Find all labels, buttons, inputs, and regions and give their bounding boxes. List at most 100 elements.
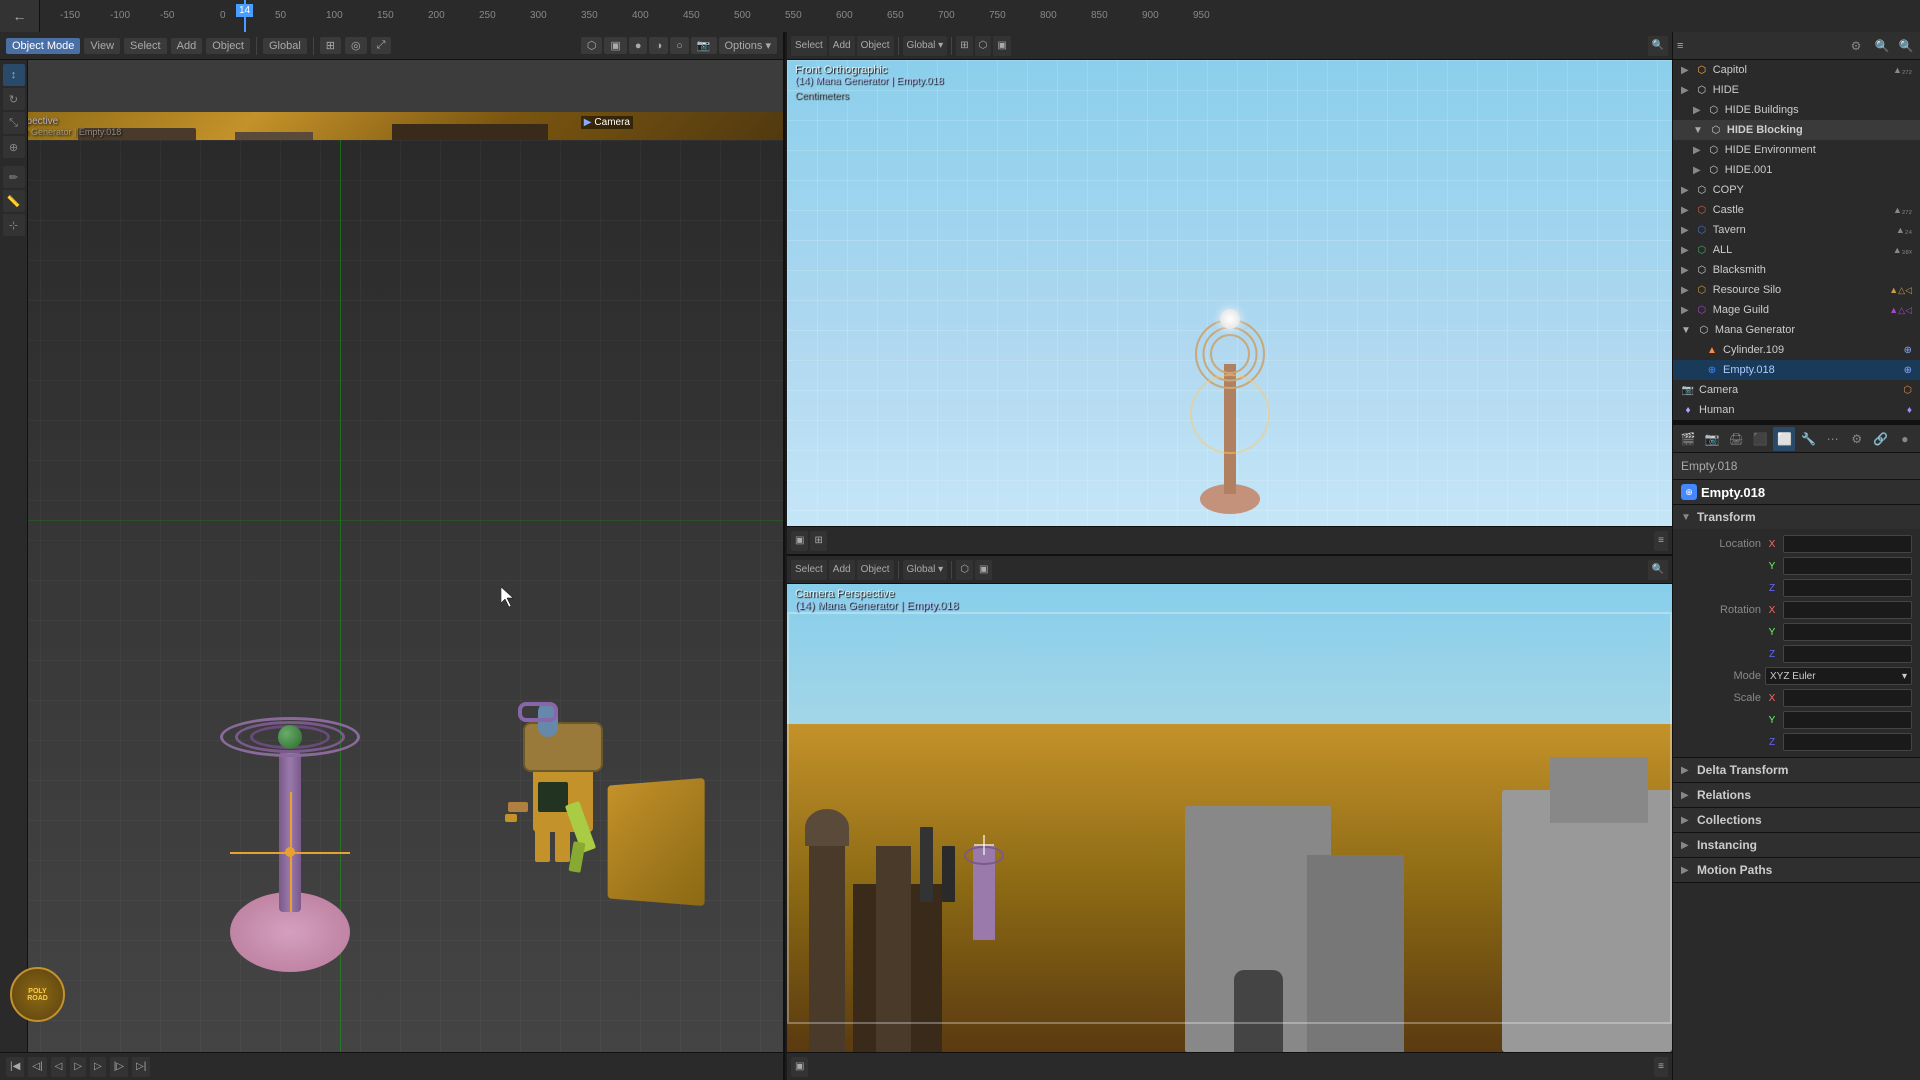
viewport-3d-canvas[interactable]: POLY ROAD (0, 140, 783, 1052)
cursor-tool[interactable]: ⊹ (3, 214, 25, 236)
front-obj-btn[interactable]: Object (857, 36, 894, 56)
delta-header[interactable]: ▶ Delta Transform (1673, 758, 1920, 782)
scale-z-field[interactable] (1783, 733, 1912, 751)
panel-icon-1[interactable]: ⚙ (1844, 34, 1868, 58)
prop-output-btn[interactable]: 🖨 (1725, 427, 1747, 451)
playback-next[interactable]: ▷ (90, 1057, 106, 1077)
move-tool[interactable]: ↕ (3, 64, 25, 86)
outliner-item-hide[interactable]: ▶ ⬡ HIDE (1673, 80, 1920, 100)
front-add-btn[interactable]: Add (829, 36, 855, 56)
rotation-z-field[interactable] (1783, 645, 1912, 663)
cam-frame-btn[interactable]: ▣ (791, 1057, 808, 1077)
outliner-item-camera[interactable]: 📷 Camera ⬡ (1673, 380, 1920, 400)
front-frame-btn[interactable]: ▣ (791, 531, 808, 551)
prop-render-btn[interactable]: 📷 (1701, 427, 1723, 451)
outliner-item-blacksmith[interactable]: ▶ ⬡ Blacksmith (1673, 260, 1920, 280)
cam-shading-btn[interactable]: ▣ (975, 560, 992, 580)
shading-render[interactable]: ○ (670, 37, 689, 54)
front-global-btn[interactable]: Global ▾ (903, 36, 948, 56)
mode-value[interactable]: XYZ Euler ▾ (1765, 667, 1912, 685)
front-settings-btn[interactable]: ≡ (1654, 531, 1668, 551)
global-toggle[interactable]: Global (263, 38, 307, 54)
prop-view-layer-btn[interactable]: ⬛ (1749, 427, 1771, 451)
scale-tool[interactable]: ⤡ (3, 112, 25, 134)
cam-add-btn[interactable]: Add (829, 560, 855, 580)
location-z-field[interactable] (1783, 579, 1912, 597)
panel-icon-2[interactable]: 🔍 (1870, 34, 1894, 58)
outliner-item-human[interactable]: ♦ Human ♦ (1673, 400, 1920, 420)
add-menu[interactable]: Add (171, 38, 203, 54)
camera-view-btn[interactable]: 📷 (691, 37, 717, 54)
mode-selector[interactable]: Object Mode (6, 38, 80, 54)
front-nav-btn[interactable]: 🔍 (1648, 36, 1668, 56)
cam-overlay-btn[interactable]: ⬡ (956, 560, 973, 580)
outliner-item-hide-001[interactable]: ▶ ⬡ HIDE.001 (1673, 160, 1920, 180)
outliner-item-mage-guild[interactable]: ▶ ⬡ Mage Guild ▲△◁ (1673, 300, 1920, 320)
outliner-item-all[interactable]: ▶ ⬡ ALL ▲₃₈ₓ (1673, 240, 1920, 260)
rotate-tool[interactable]: ↻ (3, 88, 25, 110)
outliner-item-empty-018[interactable]: ⊕ Empty.018 ⊕ (1673, 360, 1920, 380)
cam-global-btn[interactable]: Global ▾ (903, 560, 948, 580)
prop-material-btn[interactable]: ● (1894, 427, 1916, 451)
object-menu[interactable]: Object (206, 38, 250, 54)
outliner-item-copy[interactable]: ▶ ⬡ COPY (1673, 180, 1920, 200)
cam-obj-btn[interactable]: Object (857, 560, 894, 580)
timeline-ruler[interactable]: -150 -100 -50 0 14 50 100 150 200 250 30… (40, 0, 1920, 32)
outliner-item-mana-gen[interactable]: ▼ ⬡ Mana Generator (1673, 320, 1920, 340)
outliner-item-hide-blocking[interactable]: ▼ ⬡ HIDE Blocking (1673, 120, 1920, 140)
playback-start[interactable]: |◀ (6, 1057, 24, 1077)
timeline-back-btn[interactable]: ← (0, 0, 40, 32)
outliner-item-resource-silo[interactable]: ▶ ⬡ Resource Silo ▲△◁ (1673, 280, 1920, 300)
outliner-item-castle[interactable]: ▶ ⬡ Castle ▲₂₇₂ (1673, 200, 1920, 220)
cam-select-btn[interactable]: Select (791, 560, 827, 580)
shading-wire[interactable]: ▣ (604, 37, 626, 54)
prop-object-btn[interactable]: ⬜ (1773, 427, 1795, 451)
front-select-btn[interactable]: Select (791, 36, 827, 56)
playback-end[interactable]: ▷| (132, 1057, 150, 1077)
transform-btn[interactable]: ⤢ (371, 37, 392, 54)
scale-x-field[interactable] (1783, 689, 1912, 707)
outliner-item-hide-env[interactable]: ▶ ⬡ HIDE Environment (1673, 140, 1920, 160)
proportional-btn[interactable]: ◎ (345, 37, 367, 54)
overlay-btn[interactable]: ⬡ (581, 37, 603, 54)
outliner-item-cylinder[interactable]: ▲ Cylinder.109 ⊕ (1673, 340, 1920, 360)
prop-physics-btn[interactable]: ⚙ (1846, 427, 1868, 451)
location-y-field[interactable] (1783, 557, 1912, 575)
rotation-x-field[interactable] (1783, 601, 1912, 619)
outliner-item-tavern[interactable]: ▶ ⬡ Tavern ▲₂₄ (1673, 220, 1920, 240)
playback-prev[interactable]: ◁ (51, 1057, 67, 1077)
playback-play[interactable]: ▷ (70, 1057, 86, 1077)
snap-btn[interactable]: ⊞ (320, 37, 341, 54)
scale-y-field[interactable] (1783, 711, 1912, 729)
front-nav-btn2[interactable]: ⊞ (810, 531, 826, 551)
prop-particles-btn[interactable]: ⋯ (1822, 427, 1844, 451)
playback-next-key[interactable]: |▷ (110, 1057, 128, 1077)
outliner-item-hide-buildings[interactable]: ▶ ⬡ HIDE Buildings (1673, 100, 1920, 120)
location-x-field[interactable] (1783, 535, 1912, 553)
front-overlay-btn[interactable]: ⬡ (975, 36, 992, 56)
view-menu[interactable]: View (84, 38, 120, 54)
prop-constraints-btn[interactable]: 🔗 (1870, 427, 1892, 451)
transform-tool[interactable]: ⊕ (3, 136, 25, 158)
options-btn[interactable]: Options ▾ (719, 37, 778, 54)
prop-scene-btn[interactable]: 🎬 (1677, 427, 1699, 451)
cam-settings-btn[interactable]: ≡ (1654, 1057, 1668, 1077)
annotate-tool[interactable]: ✏ (3, 166, 25, 188)
instancing-header[interactable]: ▶ Instancing (1673, 833, 1920, 857)
playback-prev-key[interactable]: ◁| (28, 1057, 46, 1077)
transform-header[interactable]: ▼ Transform (1673, 505, 1920, 529)
measure-tool[interactable]: 📏 (3, 190, 25, 212)
timeline-playhead[interactable]: 14 (244, 0, 246, 32)
front-snap-btn[interactable]: ⊞ (956, 36, 972, 56)
shading-mat[interactable]: ◑ (649, 37, 668, 54)
shading-solid[interactable]: ● (629, 37, 648, 54)
viewport-camera[interactable]: Select Add Object Global ▾ ⬡ ▣ 🔍 Camera … (787, 556, 1672, 1080)
rotation-y-field[interactable] (1783, 623, 1912, 641)
prop-modifier-btn[interactable]: 🔧 (1797, 427, 1819, 451)
collections-header[interactable]: ▶ Collections (1673, 808, 1920, 832)
motion-paths-header[interactable]: ▶ Motion Paths (1673, 858, 1920, 882)
outliner-item-capitol[interactable]: ▶ ⬡ Capitol ▲₂₇₂ (1673, 60, 1920, 80)
cam-filter-btn[interactable]: 🔍 (1648, 560, 1668, 580)
relations-header[interactable]: ▶ Relations (1673, 783, 1920, 807)
front-shading-btn[interactable]: ▣ (993, 36, 1010, 56)
